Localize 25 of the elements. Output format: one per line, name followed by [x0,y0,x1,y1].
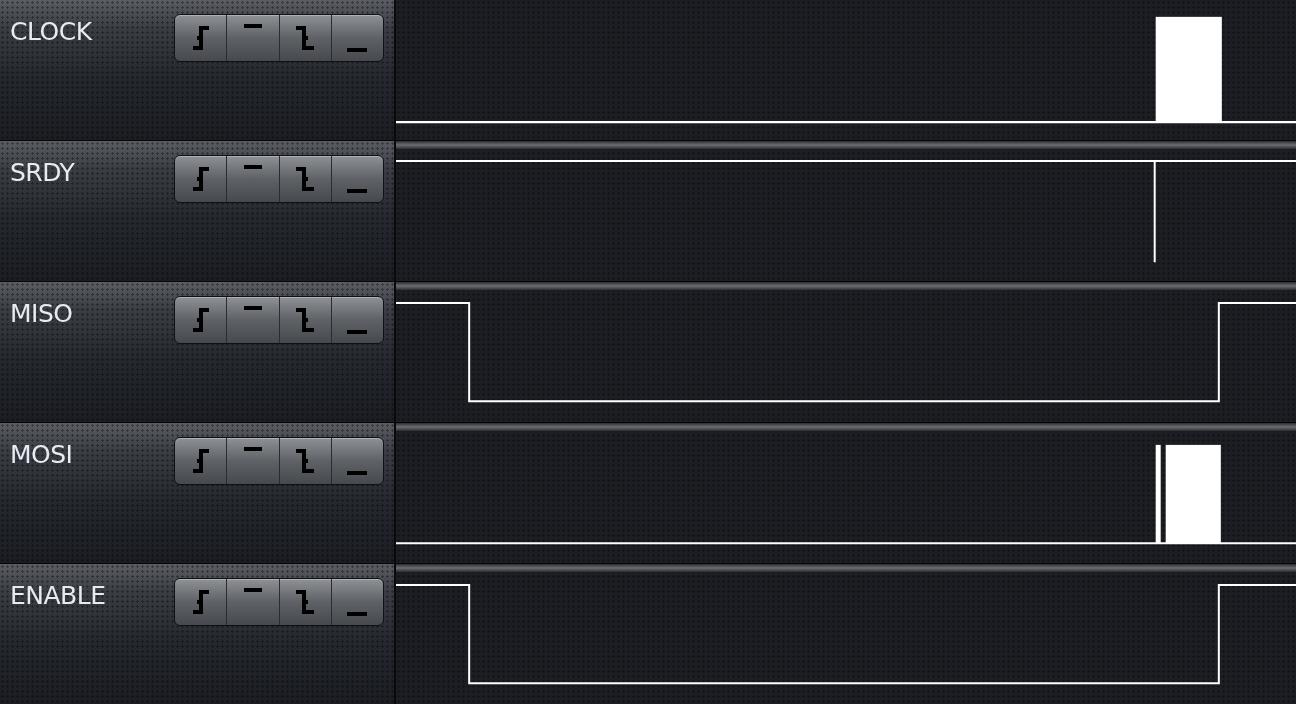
rising-edge-icon [190,26,211,50]
high-level-icon [241,306,264,310]
high-level-icon [241,165,264,169]
falling-edge-icon [294,26,317,50]
falling-edge-icon [294,308,317,332]
low-level-icon [345,48,370,52]
channel-name: CLOCK [10,16,92,44]
channel-name: SRDY [10,157,75,185]
low-level-icon [345,471,370,475]
channel-name: ENABLE [10,580,106,608]
high-level-icon [241,447,264,451]
low-level-icon [345,189,370,193]
low-level-icon [345,612,370,616]
rising-edge-icon [190,167,211,191]
rising-edge-icon [190,449,211,473]
high-level-icon [241,588,264,592]
rising-edge-icon [190,590,211,614]
falling-edge-icon [294,167,317,191]
high-level-icon [241,24,264,28]
falling-edge-icon [294,449,317,473]
low-level-icon [345,330,370,334]
falling-edge-icon [294,590,317,614]
channel-name: MOSI [10,439,73,467]
rising-edge-icon [190,308,211,332]
channel-name: MISO [10,298,73,326]
